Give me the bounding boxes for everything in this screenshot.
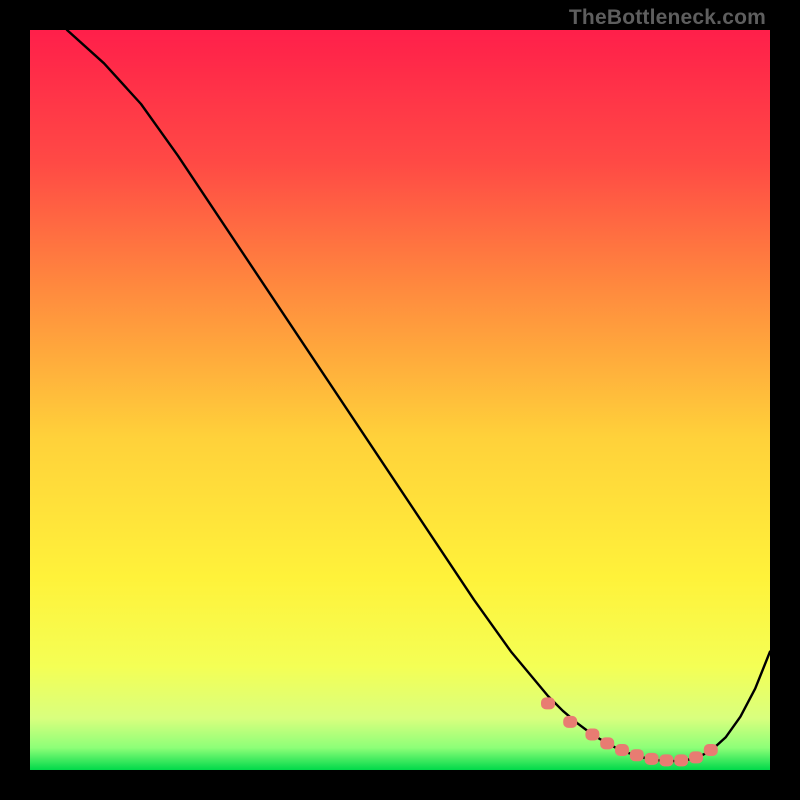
chart-frame: TheBottleneck.com <box>0 0 800 800</box>
curve-layer <box>30 30 770 770</box>
plot-area <box>30 30 770 770</box>
watermark-text: TheBottleneck.com <box>569 6 766 30</box>
optimal-dots <box>541 697 718 766</box>
curve-line <box>67 30 770 761</box>
